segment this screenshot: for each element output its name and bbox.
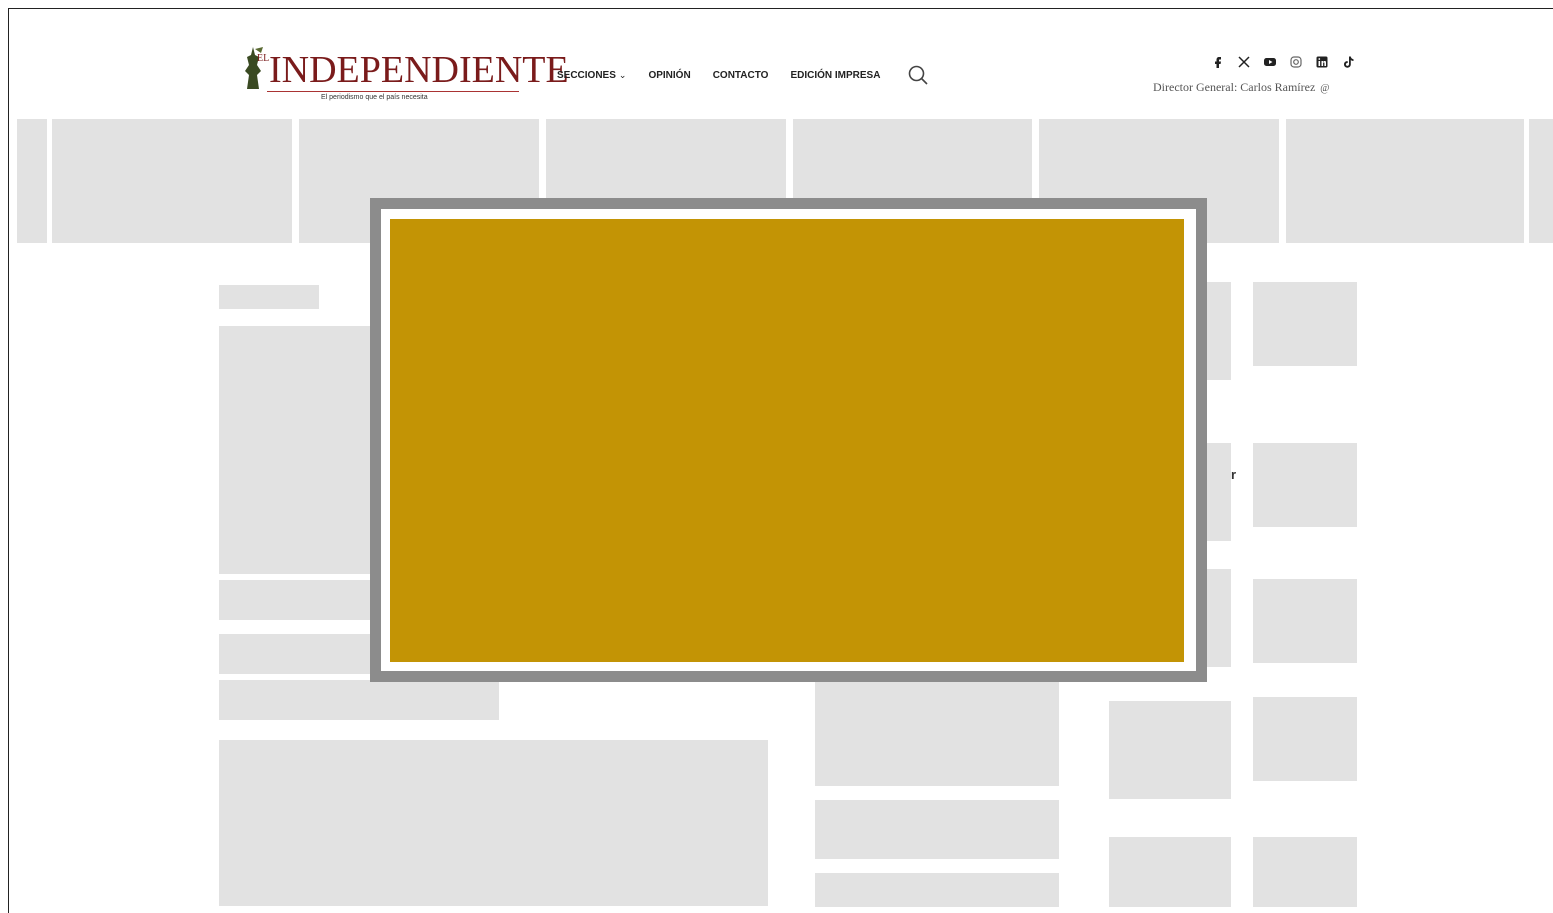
skeleton-thumb xyxy=(1109,837,1231,907)
logo-tagline: El periodismo que el país necesita xyxy=(321,94,428,101)
tiktok-icon[interactable] xyxy=(1341,55,1355,69)
site-logo[interactable]: EL INDEPENDIENTE El periodismo que el pa… xyxy=(239,43,569,113)
skeleton-section-title xyxy=(219,285,319,309)
skeleton-strip-card xyxy=(1529,119,1553,243)
skeleton-hero-image xyxy=(219,326,389,574)
search-icon[interactable] xyxy=(907,64,929,86)
statue-logo-icon xyxy=(245,47,263,89)
skeleton-thumb xyxy=(1253,697,1357,781)
director-text: Director General: Carlos Ramírez xyxy=(1153,80,1316,94)
skeleton-thumb xyxy=(1253,443,1357,527)
logo-wordmark: INDEPENDIENTE xyxy=(269,49,569,91)
nav-item-secciones[interactable]: SECCIONES ⌄ xyxy=(557,70,626,81)
skeleton-strip-card xyxy=(1286,119,1524,243)
nav-item-opinion[interactable]: OPINIÓN xyxy=(648,70,690,81)
instagram-icon[interactable] xyxy=(1289,55,1303,69)
skeleton-thumb xyxy=(1253,837,1357,907)
site-header: EL INDEPENDIENTE El periodismo que el pa… xyxy=(9,9,1553,117)
skeleton-text-line xyxy=(815,873,1059,907)
browser-viewport: EL INDEPENDIENTE El periodismo que el pa… xyxy=(8,8,1553,913)
social-links xyxy=(1199,54,1355,70)
skeleton-card-image xyxy=(219,740,768,906)
logo-prefix: EL xyxy=(257,53,270,64)
partial-headline-text: r xyxy=(1231,467,1237,482)
skeleton-strip-card xyxy=(52,119,292,243)
youtube-icon[interactable] xyxy=(1263,55,1277,69)
skeleton-thumb xyxy=(1109,701,1231,799)
skeleton-text-line xyxy=(219,580,389,620)
ad-banner[interactable] xyxy=(390,219,1184,662)
nav-item-edicion-impresa[interactable]: EDICIÓN IMPRESA xyxy=(790,70,880,81)
logo-underline xyxy=(267,91,519,92)
skeleton-thumb xyxy=(1253,579,1357,663)
director-credit: Director General: Carlos Ramírez @ xyxy=(1153,80,1329,95)
skeleton-text-line xyxy=(219,680,499,720)
nav-item-contacto[interactable]: CONTACTO xyxy=(713,70,769,81)
skeleton-text-line xyxy=(815,800,1059,859)
skeleton-text-line xyxy=(219,634,389,674)
linkedin-icon[interactable] xyxy=(1315,55,1329,69)
nav-item-label: SECCIONES xyxy=(557,69,616,81)
facebook-icon[interactable] xyxy=(1211,55,1225,69)
skeleton-card-image xyxy=(815,667,1059,786)
skeleton-thumb xyxy=(1253,282,1357,366)
at-icon: @ xyxy=(1320,83,1330,94)
main-nav: SECCIONES ⌄ OPINIÓN CONTACTO EDICIÓN IMPR… xyxy=(557,67,902,83)
chevron-down-icon: ⌄ xyxy=(618,69,627,80)
skeleton-strip-card xyxy=(17,119,47,243)
x-icon[interactable] xyxy=(1237,55,1251,69)
